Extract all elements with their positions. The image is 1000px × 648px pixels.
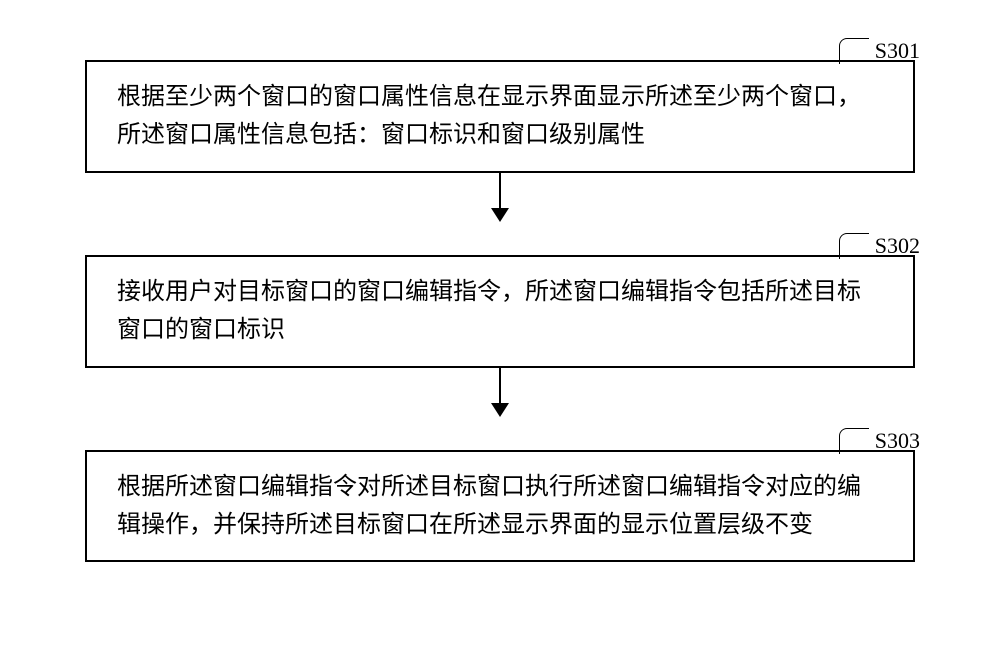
flowchart: S301 根据至少两个窗口的窗口属性信息在显示界面显示所述至少两个窗口，所述窗口… bbox=[50, 30, 950, 562]
step-2-wrap: S302 接收用户对目标窗口的窗口编辑指令，所述窗口编辑指令包括所述目标窗口的窗… bbox=[50, 255, 950, 368]
step-3-label-wrap: S303 bbox=[839, 424, 920, 454]
step-2-label: S302 bbox=[875, 233, 920, 259]
step-3-text: 根据所述窗口编辑指令对所述目标窗口执行所述窗口编辑指令对应的编辑操作，并保持所述… bbox=[117, 468, 883, 545]
step-1-box: 根据至少两个窗口的窗口属性信息在显示界面显示所述至少两个窗口，所述窗口属性信息包… bbox=[85, 60, 915, 173]
arrow-2-line bbox=[499, 368, 501, 404]
step-3-label: S303 bbox=[875, 428, 920, 454]
step-2-text: 接收用户对目标窗口的窗口编辑指令，所述窗口编辑指令包括所述目标窗口的窗口标识 bbox=[117, 273, 883, 350]
step-1-label: S301 bbox=[875, 38, 920, 64]
step-1-wrap: S301 根据至少两个窗口的窗口属性信息在显示界面显示所述至少两个窗口，所述窗口… bbox=[50, 60, 950, 173]
step-2-label-wrap: S302 bbox=[839, 229, 920, 259]
step-1-label-wrap: S301 bbox=[839, 34, 920, 64]
arrow-1-head bbox=[491, 208, 509, 222]
arrow-2-head bbox=[491, 403, 509, 417]
step-2-connector bbox=[839, 233, 869, 259]
arrow-2 bbox=[491, 368, 509, 420]
step-1-connector bbox=[839, 38, 869, 64]
step-3-connector bbox=[839, 428, 869, 454]
step-3-box: 根据所述窗口编辑指令对所述目标窗口执行所述窗口编辑指令对应的编辑操作，并保持所述… bbox=[85, 450, 915, 563]
step-3-wrap: S303 根据所述窗口编辑指令对所述目标窗口执行所述窗口编辑指令对应的编辑操作，… bbox=[50, 450, 950, 563]
arrow-1-line bbox=[499, 173, 501, 209]
step-2-box: 接收用户对目标窗口的窗口编辑指令，所述窗口编辑指令包括所述目标窗口的窗口标识 bbox=[85, 255, 915, 368]
step-1-text: 根据至少两个窗口的窗口属性信息在显示界面显示所述至少两个窗口，所述窗口属性信息包… bbox=[117, 78, 883, 155]
arrow-1 bbox=[491, 173, 509, 225]
